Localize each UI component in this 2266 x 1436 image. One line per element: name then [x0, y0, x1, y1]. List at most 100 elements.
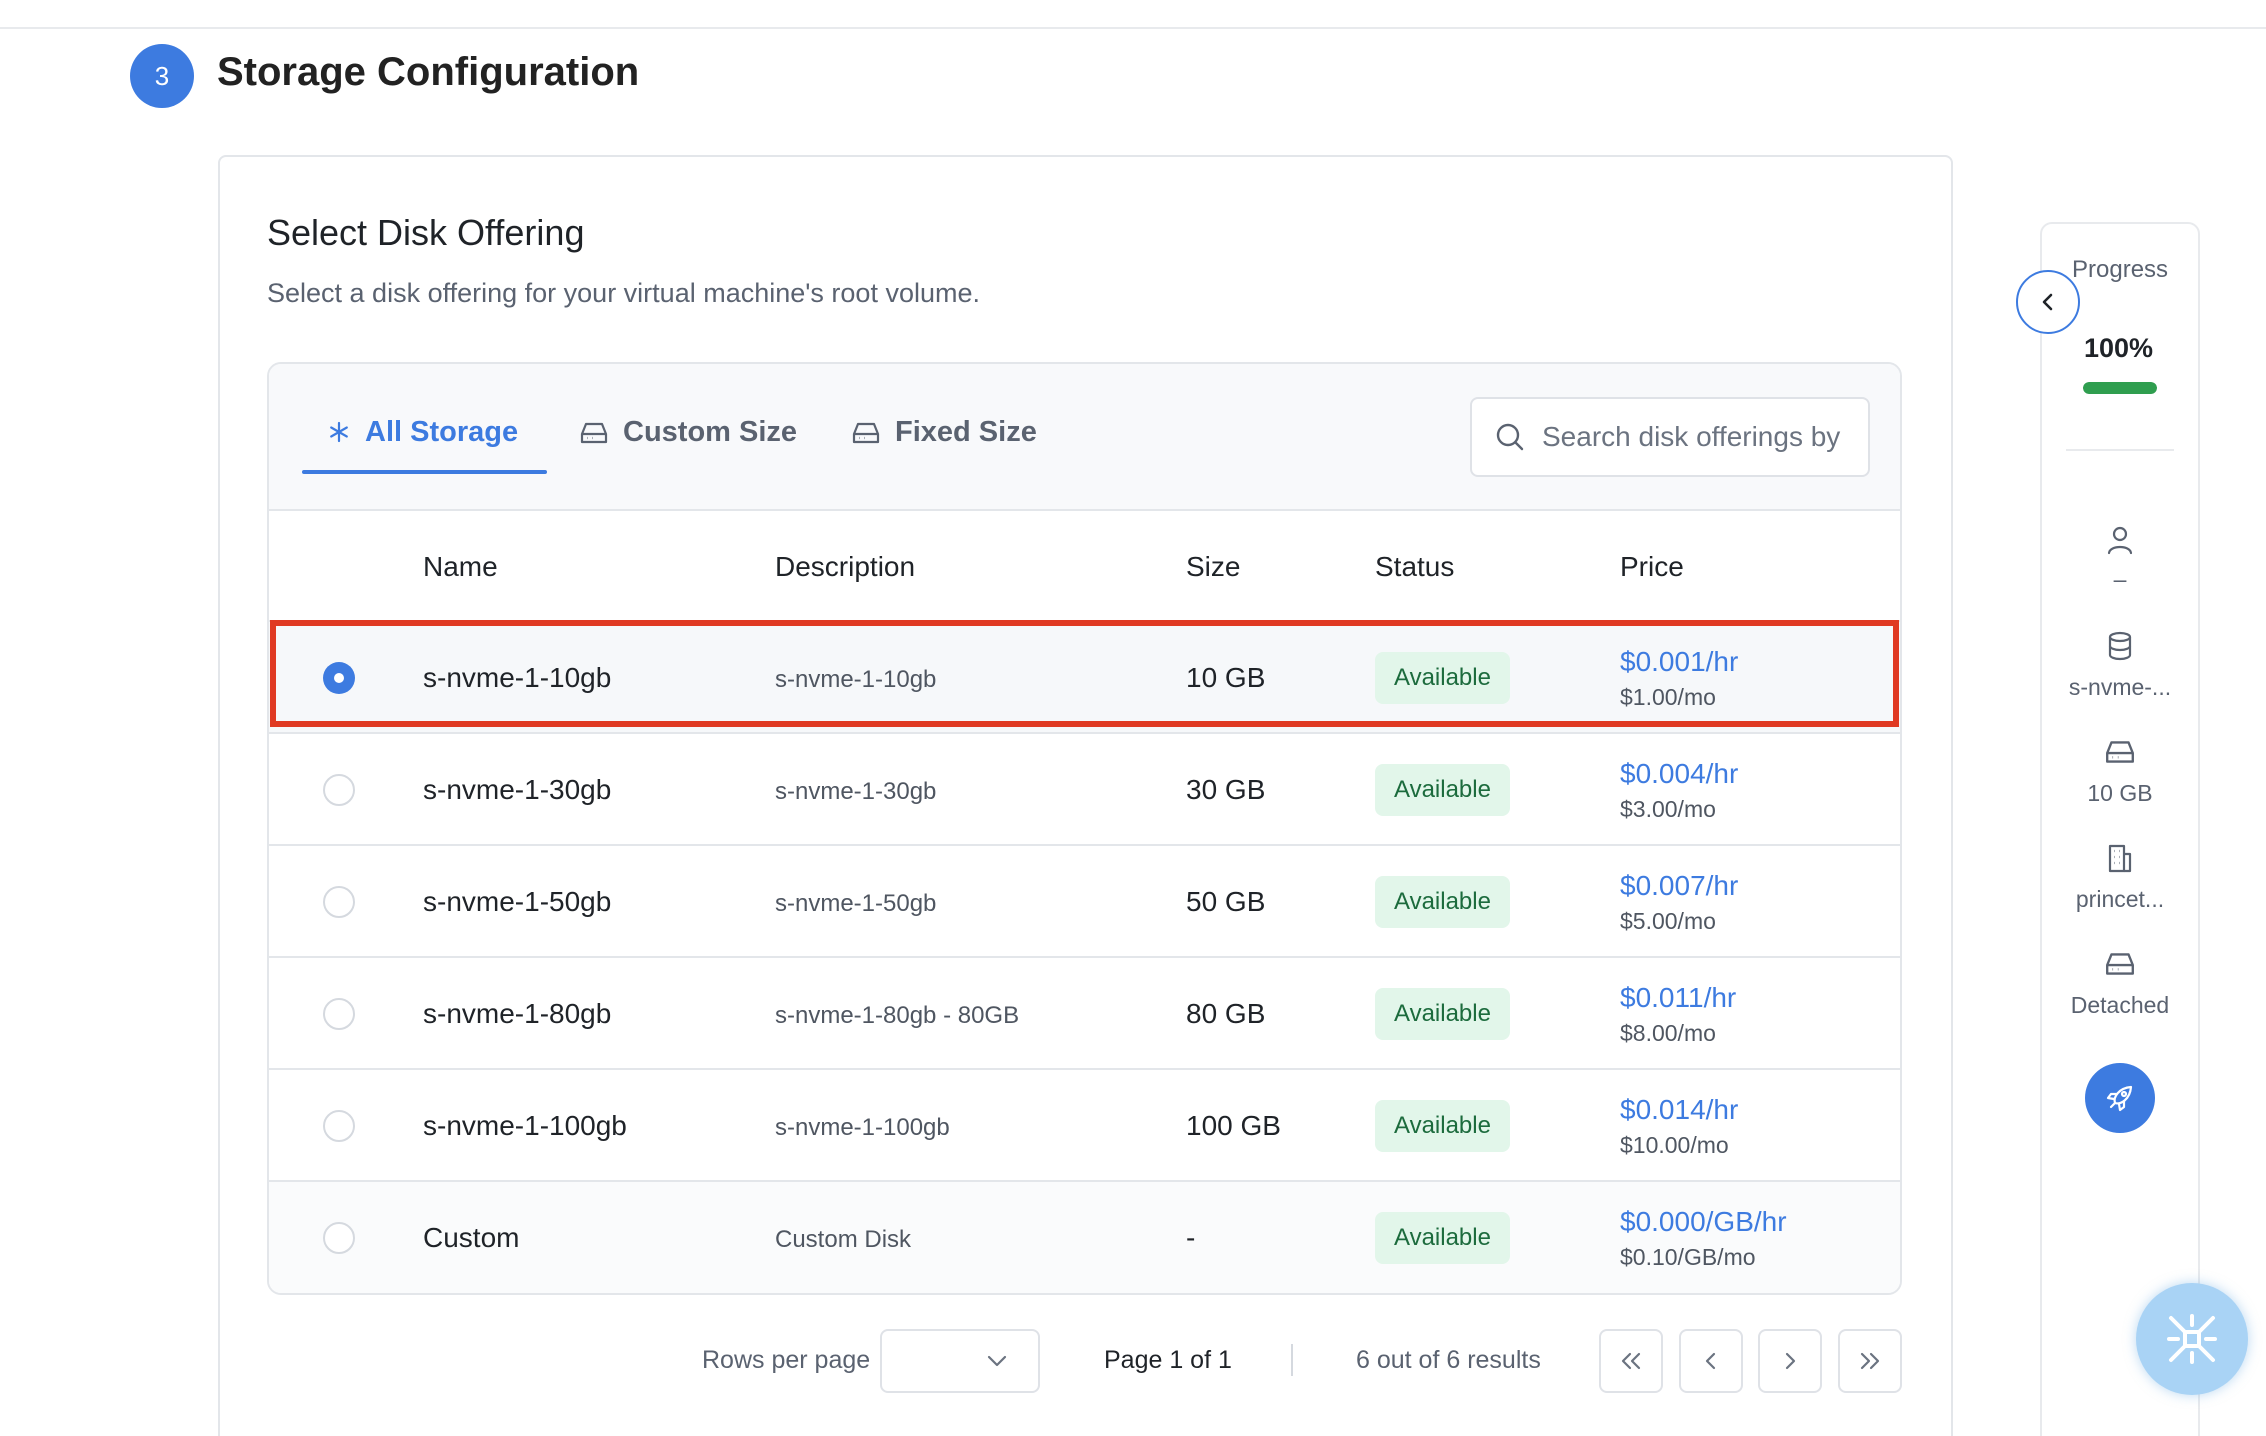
hard-drive-icon — [2106, 953, 2134, 975]
column-header-description[interactable]: Description — [775, 551, 915, 583]
progress-value: 100% — [2084, 333, 2154, 363]
search-input[interactable] — [1542, 421, 1862, 453]
status-badge: Available — [1375, 764, 1510, 816]
column-header-price[interactable]: Price — [1620, 551, 1684, 583]
pagination-separator — [1291, 1344, 1293, 1376]
column-header-name[interactable]: Name — [423, 551, 498, 583]
offering-name: s-nvme-1-80gb — [423, 998, 612, 1029]
offering-name: s-nvme-1-30gb — [423, 774, 612, 805]
row-radio[interactable] — [323, 662, 355, 694]
status-badge: Available — [1375, 1212, 1510, 1264]
search-icon — [1496, 423, 1524, 451]
price-monthly: $8.00/mo — [1620, 1020, 1716, 1046]
price-monthly: $0.10/GB/mo — [1620, 1244, 1756, 1270]
card-title: Select Disk Offering — [267, 212, 585, 253]
tab-label: Custom Size — [623, 416, 798, 448]
row-radio[interactable] — [323, 886, 355, 918]
table-row[interactable]: s-nvme-1-30gb s-nvme-1-30gb 30 GB Availa… — [269, 734, 1900, 846]
price-hourly: $0.000/GB/hr — [1620, 1206, 1787, 1237]
assistant-logo-icon — [2167, 1314, 2217, 1364]
price-hourly: $0.007/hr — [1620, 870, 1739, 901]
offering-description: s-nvme-1-30gb — [775, 778, 937, 805]
chevron-right-icon — [1785, 1352, 1796, 1370]
database-icon — [2108, 631, 2132, 661]
tabs-bar: All Storage Custom Size Fixed Size — [269, 364, 1900, 511]
summary-user: – — [2113, 566, 2127, 592]
building-icon — [2108, 844, 2132, 873]
rows-per-page-label: Rows per page — [702, 1346, 871, 1374]
offering-description: Custom Disk — [775, 1226, 912, 1253]
row-radio[interactable] — [323, 1110, 355, 1142]
offering-name: Custom — [423, 1222, 520, 1253]
chevron-left-icon — [1705, 1352, 1716, 1370]
offering-name: s-nvme-1-10gb — [423, 662, 612, 693]
result-count: 6 out of 6 results — [1356, 1346, 1541, 1374]
table-row[interactable]: s-nvme-1-100gb s-nvme-1-100gb 100 GB Ava… — [269, 1070, 1900, 1182]
offering-description: s-nvme-1-10gb — [775, 666, 937, 693]
chevron-left-icon — [2042, 293, 2053, 311]
table-row[interactable]: Custom Custom Disk - Available $0.000/GB… — [269, 1182, 1900, 1293]
row-radio[interactable] — [323, 774, 355, 806]
collapse-panel-button[interactable] — [2016, 270, 2080, 334]
summary-volume-state: Detached — [2070, 992, 2170, 1018]
price-monthly: $1.00/mo — [1620, 684, 1716, 710]
progress-label: Progress — [2072, 256, 2169, 283]
hard-drive-icon — [580, 422, 608, 444]
status-badge: Available — [1375, 876, 1510, 928]
price-hourly: $0.014/hr — [1620, 1094, 1739, 1125]
offering-size: 30 GB — [1186, 774, 1266, 805]
first-page-button[interactable] — [1599, 1329, 1663, 1393]
offering-size: 50 GB — [1186, 886, 1266, 917]
chevrons-left-icon — [1621, 1352, 1641, 1370]
offering-name: s-nvme-1-100gb — [423, 1110, 627, 1141]
offering-description: s-nvme-1-50gb — [775, 890, 937, 917]
card-subtitle: Select a disk offering for your virtual … — [267, 278, 980, 308]
rocket-icon — [2106, 1085, 2133, 1112]
price-hourly: $0.004/hr — [1620, 758, 1739, 789]
progress-bar — [2083, 382, 2157, 394]
disk-offering-table: All Storage Custom Size Fixed Size Name … — [267, 362, 1902, 1295]
table-row[interactable]: s-nvme-1-50gb s-nvme-1-50gb 50 GB Availa… — [269, 846, 1900, 958]
section-title: Storage Configuration — [217, 50, 640, 94]
chevrons-right-icon — [1860, 1352, 1880, 1370]
tab-fixed-size[interactable]: Fixed Size — [851, 416, 1037, 476]
active-tab-underline — [302, 470, 547, 474]
status-badge: Available — [1375, 1100, 1510, 1152]
offering-size: - — [1186, 1222, 1196, 1253]
step-number-badge: 3 — [130, 44, 194, 108]
tab-label: Fixed Size — [895, 416, 1037, 448]
step-number: 3 — [154, 60, 170, 91]
user-icon — [2107, 526, 2133, 555]
progress-panel — [2040, 222, 2200, 1436]
column-header-status[interactable]: Status — [1375, 551, 1454, 583]
rows-per-page-select[interactable] — [880, 1329, 1040, 1393]
price-monthly: $10.00/mo — [1620, 1132, 1729, 1158]
price-monthly: $5.00/mo — [1620, 908, 1716, 934]
hard-drive-icon — [852, 422, 880, 444]
help-assistant-button[interactable] — [2136, 1283, 2248, 1395]
table-row[interactable]: s-nvme-1-10gb s-nvme-1-10gb 10 GB Availa… — [269, 622, 1900, 734]
launch-button[interactable] — [2085, 1063, 2155, 1133]
table-header: Name Description Size Status Price — [269, 511, 1900, 622]
last-page-button[interactable] — [1838, 1329, 1902, 1393]
offering-description: s-nvme-1-80gb - 80GB — [775, 1002, 1020, 1029]
column-header-size[interactable]: Size — [1186, 551, 1240, 583]
offering-size: 100 GB — [1186, 1110, 1281, 1141]
row-radio[interactable] — [323, 1222, 355, 1254]
hard-drive-icon — [2106, 741, 2134, 763]
status-badge: Available — [1375, 988, 1510, 1040]
search-box[interactable] — [1470, 397, 1870, 477]
table-row[interactable]: s-nvme-1-80gb s-nvme-1-80gb - 80GB 80 GB… — [269, 958, 1900, 1070]
tab-custom-size[interactable]: Custom Size — [579, 416, 797, 476]
price-monthly: $3.00/mo — [1620, 796, 1716, 822]
tab-all-storage[interactable]: All Storage — [327, 416, 518, 476]
progress-divider — [2066, 449, 2174, 451]
next-page-button[interactable] — [1758, 1329, 1822, 1393]
status-badge: Available — [1375, 652, 1510, 704]
row-radio[interactable] — [323, 998, 355, 1030]
tab-label: All Storage — [365, 416, 519, 448]
summary-location: princet... — [2075, 886, 2165, 912]
progress-bar-fill — [2083, 382, 2157, 394]
asterisk-icon — [330, 421, 348, 443]
previous-page-button[interactable] — [1679, 1329, 1743, 1393]
